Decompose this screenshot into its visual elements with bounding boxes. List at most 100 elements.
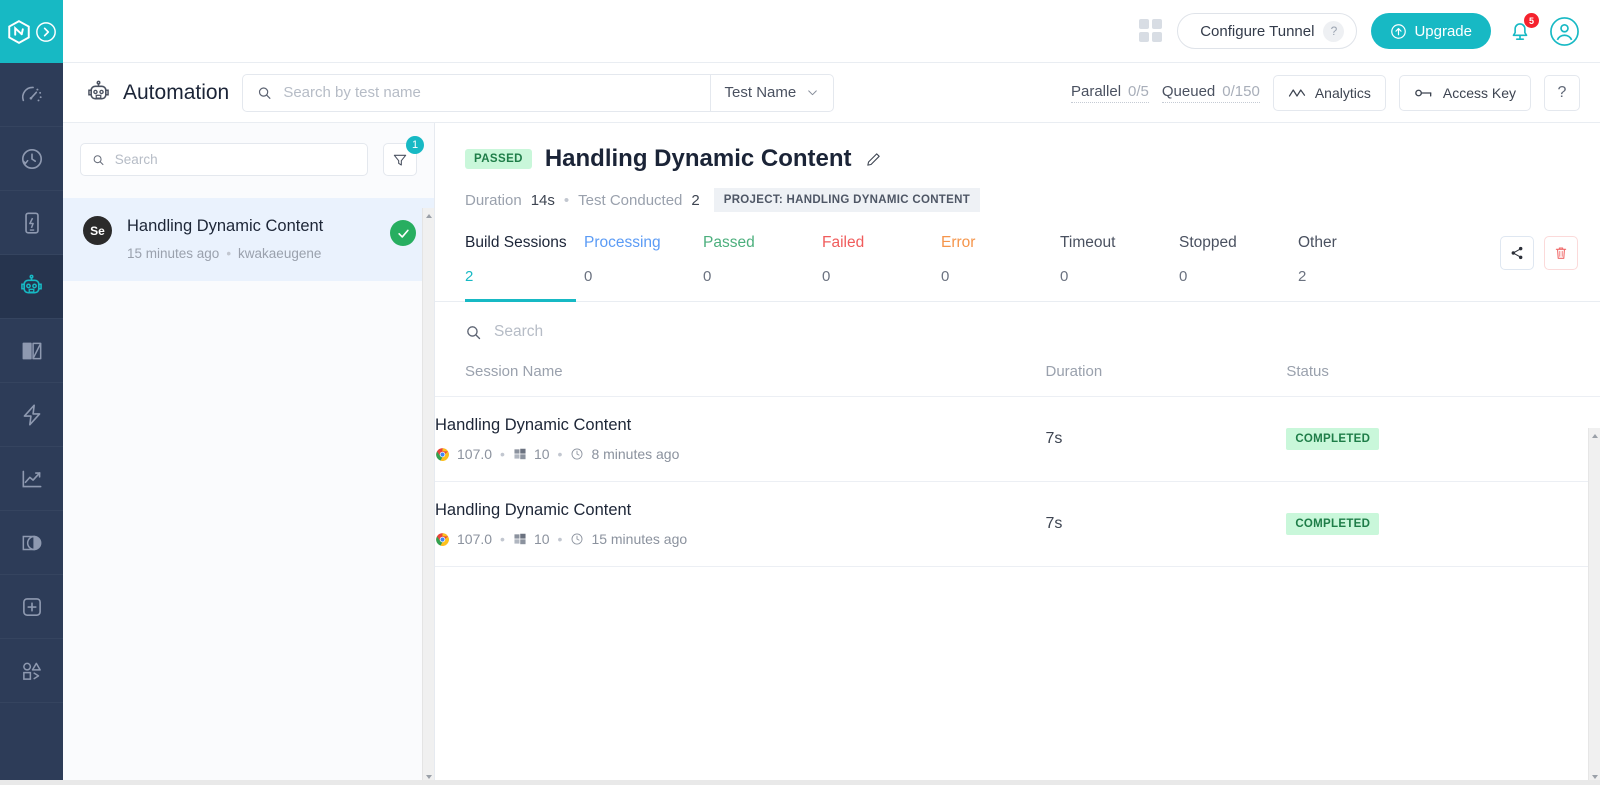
avatar-label: Se bbox=[90, 224, 105, 238]
tab-count: 0 bbox=[941, 268, 1060, 285]
time-info: 8 minutes ago bbox=[570, 446, 679, 462]
table-row[interactable]: Handling Dynamic Content bbox=[435, 397, 1600, 482]
tabs: Build Sessions 2 Processing 0 Passed 0 F… bbox=[435, 234, 1600, 301]
sidebar-item-automation[interactable] bbox=[0, 255, 63, 319]
sidebar-item-accessibility[interactable] bbox=[0, 511, 63, 575]
sidebar-item-visual-regression[interactable] bbox=[0, 319, 63, 383]
cell-status: COMPLETED bbox=[1286, 397, 1600, 482]
help-button[interactable]: ? bbox=[1544, 75, 1580, 111]
notifications-button[interactable]: 5 bbox=[1505, 16, 1535, 46]
sidebar-item-analytics[interactable] bbox=[0, 447, 63, 511]
session-name[interactable]: Handling Dynamic Content bbox=[435, 501, 1046, 520]
sidebar-item-integrations[interactable] bbox=[0, 639, 63, 703]
page-title-label: Automation bbox=[123, 81, 229, 105]
test-detail-panel: PASSED Handling Dynamic Content Duration… bbox=[435, 123, 1600, 785]
tab-count: 0 bbox=[703, 268, 822, 285]
tab-build-sessions[interactable]: Build Sessions 2 bbox=[465, 234, 584, 301]
browser-info: 107.0 bbox=[435, 446, 492, 462]
tab-label: Build Sessions bbox=[465, 234, 584, 252]
tab-passed[interactable]: Passed 0 bbox=[703, 234, 822, 301]
session-time: 15 minutes ago bbox=[591, 531, 687, 547]
share-button[interactable] bbox=[1500, 236, 1534, 270]
lambdatest-logo-icon bbox=[6, 19, 32, 45]
separator: • bbox=[500, 446, 505, 462]
tab-error[interactable]: Error 0 bbox=[941, 234, 1060, 301]
table-header-row: Session Name Duration Status bbox=[435, 359, 1600, 397]
list-item-meta: 15 minutes ago • kwakaeugene bbox=[127, 246, 375, 261]
list-item-body: Handling Dynamic Content 15 minutes ago … bbox=[127, 216, 375, 261]
project-tag: PROJECT: HANDLING DYNAMIC CONTENT bbox=[714, 188, 980, 212]
list-item-title: Handling Dynamic Content bbox=[127, 216, 327, 237]
tab-failed[interactable]: Failed 0 bbox=[822, 234, 941, 301]
conducted-value: 2 bbox=[691, 192, 699, 209]
tab-timeout[interactable]: Timeout 0 bbox=[1060, 234, 1179, 301]
tab-stopped[interactable]: Stopped 0 bbox=[1179, 234, 1298, 301]
app-logo[interactable] bbox=[0, 0, 63, 63]
sidebar-item-app-testing[interactable] bbox=[0, 191, 63, 255]
queued-label: Queued bbox=[1162, 83, 1215, 100]
tab-count: 0 bbox=[584, 268, 703, 285]
tab-other[interactable]: Other 2 bbox=[1298, 234, 1417, 301]
sidebar-search-bar bbox=[80, 143, 368, 176]
list-item[interactable]: Se Handling Dynamic Content 15 minutes a… bbox=[63, 198, 434, 281]
access-key-label: Access Key bbox=[1443, 85, 1516, 101]
sidebar-item-dashboard[interactable] bbox=[0, 63, 63, 127]
column-status: Status bbox=[1286, 359, 1600, 397]
duration-value: 14s bbox=[531, 192, 555, 209]
queued-value: 0/150 bbox=[1222, 83, 1260, 100]
upgrade-button[interactable]: Upgrade bbox=[1371, 13, 1491, 49]
chevron-right-circle-icon[interactable] bbox=[35, 21, 57, 43]
arrow-up-circle-icon bbox=[1390, 23, 1407, 40]
grid-apps-icon[interactable] bbox=[1139, 19, 1163, 43]
pencil-edit-icon[interactable] bbox=[865, 151, 882, 168]
trend-chart-icon bbox=[19, 466, 45, 492]
detail-title: Handling Dynamic Content bbox=[545, 145, 852, 173]
os-version: 10 bbox=[534, 531, 550, 547]
access-key-button[interactable]: Access Key bbox=[1399, 75, 1531, 111]
session-search-input[interactable] bbox=[494, 323, 814, 341]
cell-status: COMPLETED bbox=[1286, 482, 1600, 567]
selenium-icon: Se bbox=[83, 216, 112, 245]
tab-processing[interactable]: Processing 0 bbox=[584, 234, 703, 301]
top-bar: Configure Tunnel ? Upgrade 5 bbox=[63, 0, 1600, 63]
status-badge: COMPLETED bbox=[1286, 428, 1379, 450]
gauge-icon bbox=[19, 82, 45, 108]
analytics-label: Analytics bbox=[1315, 85, 1371, 101]
cell-session-name: Handling Dynamic Content bbox=[435, 397, 1046, 482]
tab-count: 2 bbox=[465, 268, 584, 285]
horizontal-scrollbar[interactable] bbox=[0, 780, 1600, 785]
detail-actions bbox=[1500, 236, 1578, 270]
session-name[interactable]: Handling Dynamic Content bbox=[435, 416, 1046, 435]
session-meta: 107.0 • 10 bbox=[435, 531, 1046, 547]
configure-tunnel-help-icon[interactable]: ? bbox=[1323, 21, 1344, 42]
delete-button[interactable] bbox=[1544, 236, 1578, 270]
status-badge: COMPLETED bbox=[1286, 513, 1379, 535]
scroll-up-arrow-icon[interactable] bbox=[1591, 432, 1599, 440]
table-row[interactable]: Handling Dynamic Content bbox=[435, 482, 1600, 567]
filter-button[interactable]: 1 bbox=[383, 143, 417, 176]
search-input[interactable] bbox=[283, 84, 709, 101]
analytics-button[interactable]: Analytics bbox=[1273, 75, 1386, 111]
detail-title-row: PASSED Handling Dynamic Content bbox=[465, 145, 1600, 173]
sidebar-item-history[interactable] bbox=[0, 127, 63, 191]
sidebar-scrollbar[interactable] bbox=[422, 208, 434, 785]
upgrade-label: Upgrade bbox=[1414, 23, 1472, 40]
sidebar-search-input[interactable] bbox=[115, 152, 356, 167]
search-filter-select[interactable]: Test Name bbox=[710, 75, 834, 111]
user-avatar-icon bbox=[1549, 16, 1580, 47]
tab-label: Passed bbox=[703, 234, 822, 252]
shapes-arrow-icon bbox=[19, 658, 45, 684]
mobile-lightning-icon bbox=[19, 210, 45, 236]
scroll-up-arrow-icon[interactable] bbox=[425, 212, 433, 220]
sidebar-item-smart-testing[interactable] bbox=[0, 383, 63, 447]
tab-label: Failed bbox=[822, 234, 941, 252]
main-scrollbar[interactable] bbox=[1588, 428, 1600, 785]
app-root: Configure Tunnel ? Upgrade 5 bbox=[0, 0, 1600, 785]
windows-icon bbox=[513, 532, 527, 546]
os-info: 10 bbox=[513, 531, 550, 547]
configure-tunnel-button[interactable]: Configure Tunnel ? bbox=[1177, 13, 1357, 49]
sidebar-item-add-new[interactable] bbox=[0, 575, 63, 639]
funnel-filter-icon bbox=[392, 152, 408, 168]
browser-info: 107.0 bbox=[435, 531, 492, 547]
profile-button[interactable] bbox=[1549, 16, 1580, 47]
